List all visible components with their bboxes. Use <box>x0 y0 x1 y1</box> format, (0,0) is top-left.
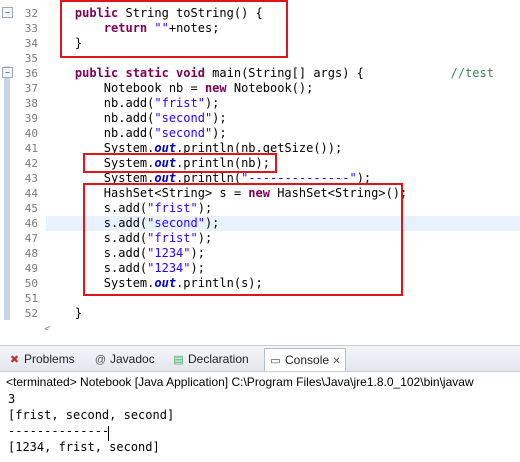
line-number: 49 <box>24 262 38 275</box>
console-output-line: [1234, frist, second] <box>8 440 160 454</box>
change-ruler <box>4 66 10 320</box>
code-line: nb.add("frist"); <box>103 96 220 110</box>
tab-console[interactable]: ▭ Console ✕ <box>264 348 346 371</box>
line-number: 36 <box>24 67 38 80</box>
text-cursor <box>108 426 109 441</box>
bottom-views-panel: ✖ Problems @ Javadoc ▤ Declaration ▭ Console… <box>0 345 520 462</box>
line-number: 43 <box>24 172 38 185</box>
line-number: 34 <box>24 37 38 50</box>
console-status-line: <terminated> Notebook [Java Application]… <box>6 375 474 389</box>
line-number: 42 <box>24 157 38 170</box>
tab-declaration[interactable]: ▤ Declaration <box>168 350 253 369</box>
close-icon[interactable]: ✕ <box>332 356 340 367</box>
declaration-icon: ▤ <box>173 354 184 366</box>
annotation-box-tostring <box>60 0 288 58</box>
line-number: 37 <box>24 82 38 95</box>
line-number: 40 <box>24 127 38 140</box>
code-line: nb.add("second"); <box>103 126 227 140</box>
line-number: 35 <box>24 52 38 65</box>
tab-problems[interactable]: ✖ Problems <box>4 350 79 369</box>
line-number: 39 <box>24 112 38 125</box>
line-number: 32 <box>24 7 38 20</box>
annotation-box-hashset <box>83 183 403 296</box>
console-output-line: [frist, second, second] <box>8 408 175 422</box>
line-number: 46 <box>24 217 38 230</box>
code-line: } <box>74 306 83 320</box>
line-number: 50 <box>24 277 38 290</box>
view-tab-bar: ✖ Problems @ Javadoc ▤ Declaration ▭ Console… <box>0 346 520 372</box>
line-number: 44 <box>24 187 38 200</box>
line-number: 48 <box>24 247 38 260</box>
code-line: public static void main(String[] args) {… <box>74 66 494 80</box>
line-number: 41 <box>24 142 38 155</box>
line-number: 45 <box>24 202 38 215</box>
javadoc-icon: @ <box>94 354 107 366</box>
horizontal-scrollbar[interactable]: < <box>44 322 520 330</box>
code-line: nb.add("second"); <box>103 111 227 125</box>
problems-icon: ✖ <box>9 354 20 366</box>
code-editor[interactable]: − − 32 33 34 35 36 37 38 39 40 41 42 43 … <box>0 0 520 330</box>
scroll-left-icon[interactable]: < <box>44 322 51 330</box>
code-line: Notebook nb = new Notebook(); <box>103 81 314 95</box>
console-output-line: -------------- <box>8 424 110 438</box>
line-number: 33 <box>24 22 38 35</box>
annotation-box-println-nb <box>83 153 277 173</box>
editor-gutter: − − 32 33 34 35 36 37 38 39 40 41 42 43 … <box>0 0 44 330</box>
tab-javadoc[interactable]: @ Javadoc <box>90 350 159 369</box>
line-number: 52 <box>24 307 38 320</box>
console-icon: ▭ <box>270 355 281 367</box>
line-number: 51 <box>24 292 38 305</box>
console-output-line: 3 <box>8 392 16 406</box>
line-number: 47 <box>24 232 38 245</box>
line-number: 38 <box>24 97 38 110</box>
